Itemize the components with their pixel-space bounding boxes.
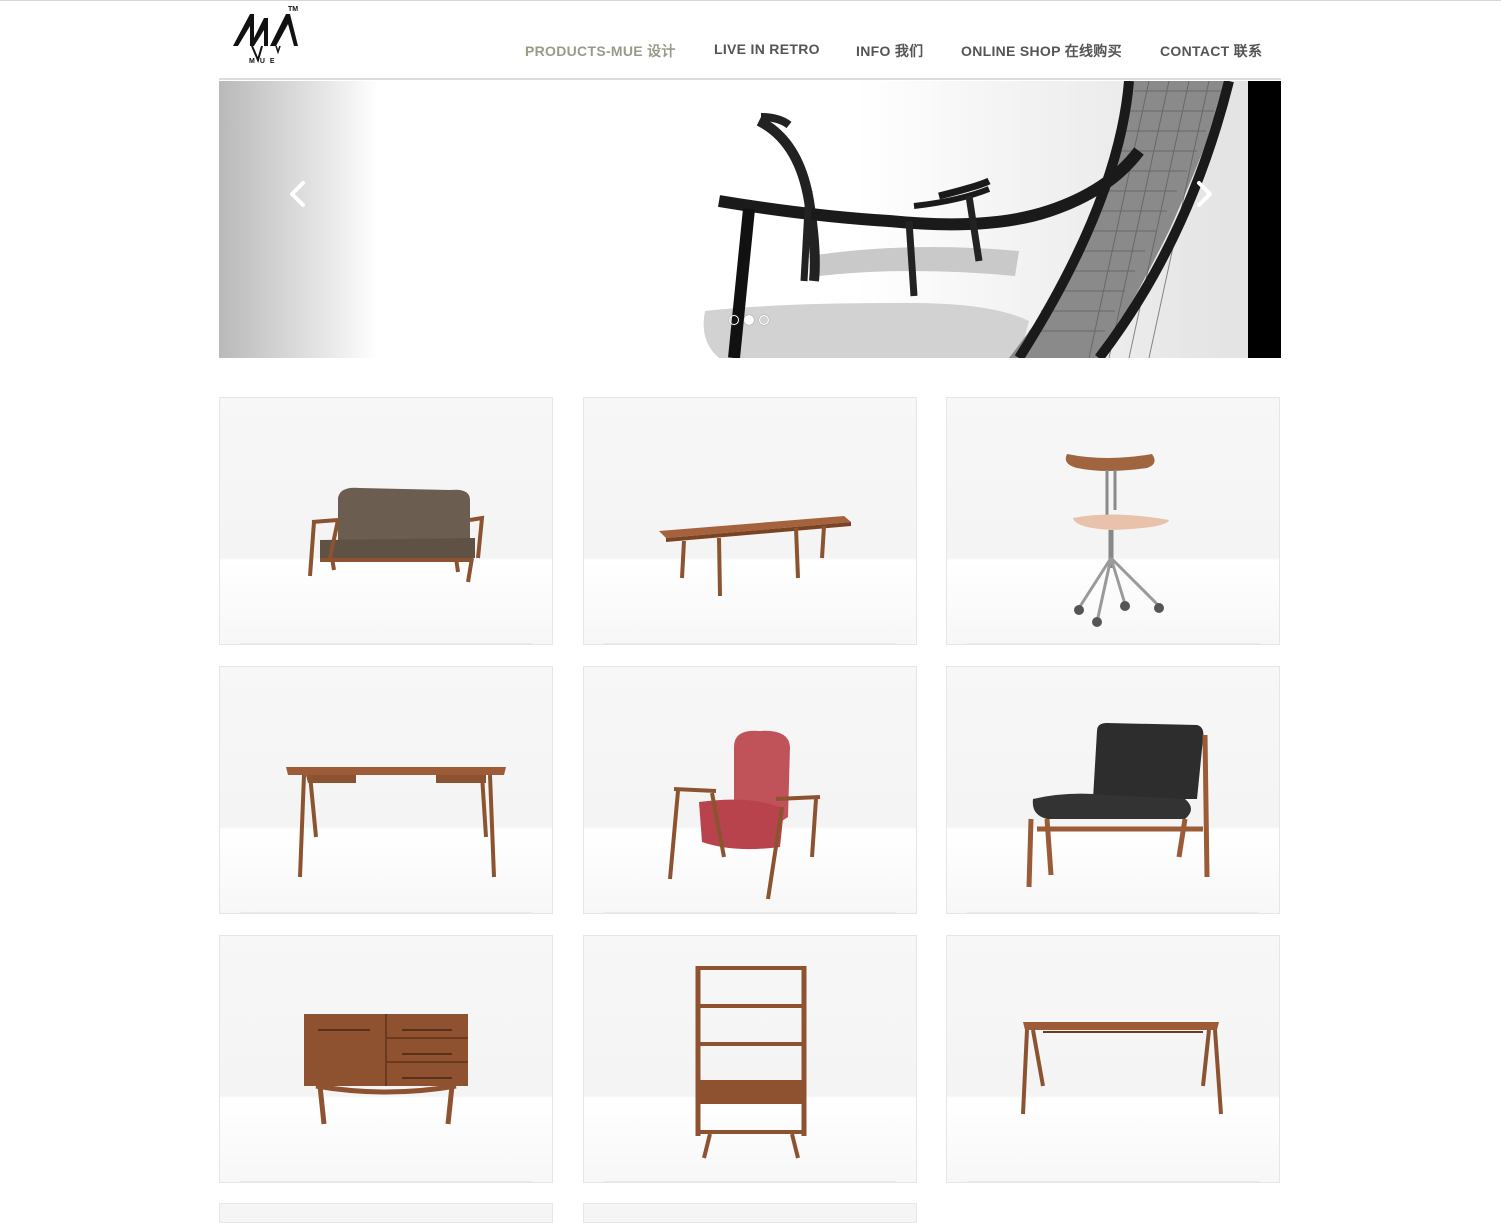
slider-dot-3[interactable]: [759, 315, 769, 325]
sofa-image: [308, 487, 485, 583]
product-card-swivel-chair[interactable]: [946, 397, 1280, 645]
nav-products[interactable]: PRODUCTS-MUE 设计: [525, 41, 676, 61]
product-card-coffee-table[interactable]: [583, 397, 917, 645]
product-card-sofa[interactable]: [219, 397, 553, 645]
nav-contact[interactable]: CONTACT 联系: [1160, 41, 1262, 61]
slider-edge: [1248, 81, 1281, 358]
product-card-console-table[interactable]: [946, 935, 1280, 1183]
slider-image: [703, 81, 1234, 358]
chevron-right-icon: [1197, 181, 1212, 207]
product-card-bookshelf[interactable]: [583, 935, 917, 1183]
bookshelf-image: [695, 966, 807, 1159]
header-divider: [219, 78, 1281, 80]
product-card-partial-2[interactable]: [583, 1203, 917, 1223]
leather-lounge-chair-image: [1026, 723, 1210, 888]
nav-online-shop[interactable]: ONLINE SHOP 在线购买: [961, 41, 1122, 61]
red-lounge-chair-image: [668, 730, 821, 900]
product-card-red-lounge-chair[interactable]: [583, 666, 917, 914]
slider-dot-1[interactable]: [729, 315, 739, 325]
coffee-table-image: [659, 516, 851, 597]
nav-info[interactable]: INFO 我们: [856, 41, 923, 61]
console-table-image: [1021, 1022, 1223, 1115]
product-card-sideboard[interactable]: [219, 935, 553, 1183]
hero-slider: [219, 81, 1281, 358]
product-card-partial-1[interactable]: [219, 1203, 553, 1223]
chevron-left-icon: [290, 181, 305, 207]
slider-dot-2[interactable]: [744, 315, 754, 325]
top-border: [0, 0, 1501, 1]
swivel-chair-image: [1065, 454, 1169, 627]
product-card-writing-desk[interactable]: [219, 666, 553, 914]
nav-live-in-retro[interactable]: LIVE IN RETRO: [714, 41, 820, 57]
product-card-leather-lounge-chair[interactable]: [946, 666, 1280, 914]
main-nav: PRODUCTS-MUE 设计 LIVE IN RETRO INFO 我们 ON…: [0, 41, 1501, 61]
writing-desk-image: [286, 767, 506, 878]
slider-prev-button[interactable]: [283, 179, 313, 209]
sideboard-image: [304, 1014, 468, 1125]
slider-next-button[interactable]: [1189, 179, 1219, 209]
trademark-label: TM: [288, 6, 299, 13]
